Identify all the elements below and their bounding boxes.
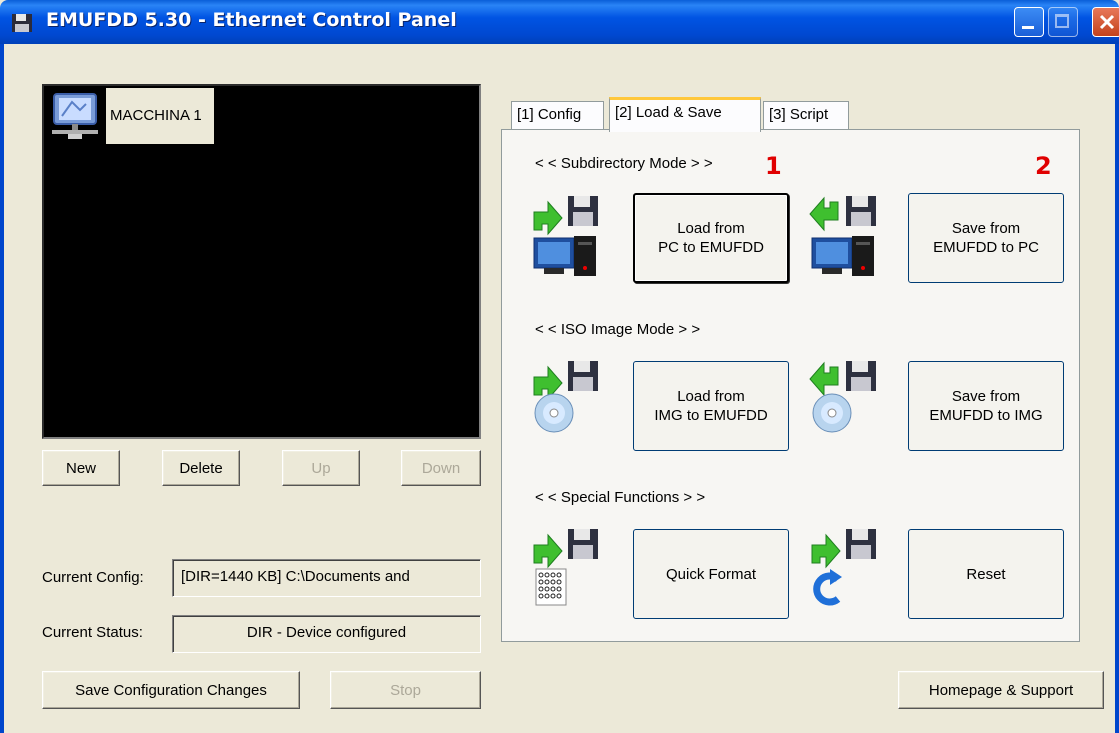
floppy-app-icon (12, 14, 32, 32)
down-button[interactable]: Down (401, 450, 481, 486)
minimize-button[interactable] (1014, 7, 1044, 37)
tab-load-save[interactable]: [2] Load & Save (609, 97, 761, 132)
save-emufdd-to-img-button[interactable]: Save from EMUFDD to IMG (908, 361, 1064, 451)
tab-script[interactable]: [3] Script (763, 101, 849, 129)
annotation-marker-1: 1 (765, 152, 782, 180)
list-item-label: MACCHINA 1 (106, 88, 214, 144)
annotation-marker-2: 2 (1035, 152, 1052, 180)
format-floppy-icon (533, 529, 598, 606)
stop-button[interactable]: Stop (330, 671, 481, 709)
pc-to-floppy-icon (533, 196, 598, 276)
device-list[interactable]: MACCHINA 1 (42, 84, 481, 439)
iso-image-mode-heading: < < ISO Image Mode > > (535, 321, 701, 338)
floppy-to-pc-icon (809, 196, 876, 276)
minimize-icon (1022, 26, 1034, 29)
current-config-field: [DIR=1440 KB] C:\Documents and (172, 559, 481, 597)
load-pc-to-emufdd-button[interactable]: Load from PC to EMUFDD (633, 193, 789, 283)
save-emufdd-to-pc-button[interactable]: Save from EMUFDD to PC (908, 193, 1064, 283)
reset-floppy-icon (811, 529, 876, 606)
load-img-to-emufdd-button[interactable]: Load from IMG to EMUFDD (633, 361, 789, 451)
floppy-to-cd-icon (809, 361, 876, 433)
save-configuration-button[interactable]: Save Configuration Changes (42, 671, 300, 709)
homepage-support-button[interactable]: Homepage & Support (898, 671, 1104, 709)
window-border-left (0, 44, 4, 733)
delete-button[interactable]: Delete (162, 450, 240, 486)
quick-format-button[interactable]: Quick Format (633, 529, 789, 619)
load-save-panel: < < Subdirectory Mode > > 1 2 Load from … (501, 129, 1080, 642)
window-title: EMUFDD 5.30 - Ethernet Control Panel (46, 9, 457, 31)
title-bar: EMUFDD 5.30 - Ethernet Control Panel (0, 0, 1119, 44)
close-button[interactable] (1092, 7, 1119, 37)
up-button[interactable]: Up (282, 450, 360, 486)
new-button[interactable]: New (42, 450, 120, 486)
window-border-right (1115, 44, 1119, 733)
current-status-field: DIR - Device configured (172, 615, 481, 653)
maximize-button[interactable] (1048, 7, 1078, 37)
current-config-label: Current Config: (42, 569, 144, 586)
maximize-icon (1055, 14, 1069, 28)
tab-config[interactable]: [1] Config (511, 101, 604, 129)
network-computer-icon (52, 93, 98, 139)
close-icon (1099, 14, 1115, 30)
special-functions-heading: < < Special Functions > > (535, 489, 706, 506)
list-item[interactable]: MACCHINA 1 (46, 88, 218, 144)
current-status-label: Current Status: (42, 624, 143, 641)
reset-button[interactable]: Reset (908, 529, 1064, 619)
cd-to-floppy-icon (533, 361, 598, 433)
subdirectory-mode-heading: < < Subdirectory Mode > > (535, 155, 713, 172)
